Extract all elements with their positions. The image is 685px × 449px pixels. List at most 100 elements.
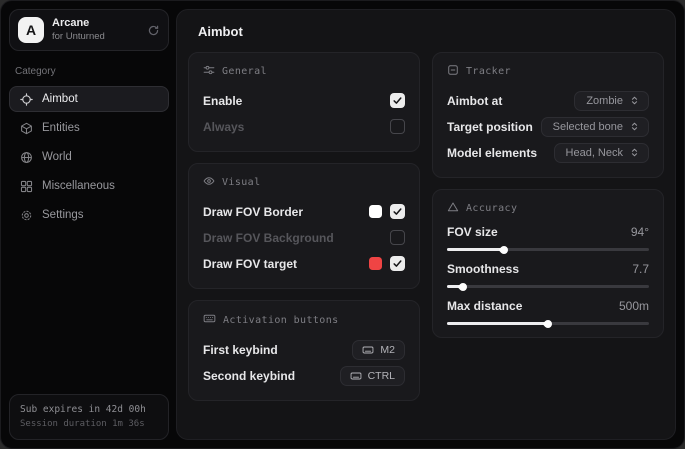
setting-row-max-distance: Max distance 500m (447, 299, 649, 325)
setting-label: First keybind (203, 343, 278, 357)
setting-label: FOV size (447, 225, 498, 239)
max-distance-slider[interactable] (447, 322, 649, 325)
sidebar-item-label: Miscellaneous (42, 180, 115, 192)
section-accuracy: Accuracy FOV size 94° Smoothness (432, 189, 664, 338)
setting-row-fov-border: Draw FOV Border (203, 199, 405, 224)
gear-icon (20, 209, 33, 222)
sidebar: A Arcane for Unturned Category Aimbot (9, 9, 169, 440)
sub-expiry-text: Sub expires in 42d 00h (20, 403, 158, 417)
app-meta: Arcane for Unturned (52, 17, 139, 43)
unfold-icon (629, 95, 640, 106)
scan-frame-icon (447, 64, 459, 79)
fov-target-checkbox[interactable] (390, 256, 405, 271)
setting-row-enable: Enable (203, 88, 405, 113)
setting-row-first-keybind: First keybind M2 (203, 337, 405, 362)
second-keybind-button[interactable]: CTRL (340, 366, 405, 386)
content-columns: General Enable Always (188, 52, 664, 401)
setting-label: Smoothness (447, 262, 519, 276)
slider-fill (447, 248, 504, 251)
cube-icon (20, 122, 33, 135)
keyboard-icon (350, 370, 362, 382)
section-title: Activation buttons (223, 315, 339, 326)
slider-fill (447, 322, 548, 325)
section-general-header: General (203, 64, 405, 79)
setting-label: Always (203, 120, 244, 134)
app-name: Arcane (52, 17, 139, 31)
dropdown-value: Head, Neck (566, 147, 623, 159)
keyboard-icon (203, 312, 216, 328)
sidebar-item-miscellaneous[interactable]: Miscellaneous (9, 173, 169, 199)
model-elements-dropdown[interactable]: Head, Neck (554, 143, 649, 163)
sidebar-item-aimbot[interactable]: Aimbot (9, 86, 169, 112)
setting-row-fov-size: FOV size 94° (447, 225, 649, 251)
setting-row-fov-background: Draw FOV Background (203, 225, 405, 250)
section-title: Accuracy (466, 203, 517, 214)
section-accuracy-header: Accuracy (447, 201, 649, 216)
sidebar-item-entities[interactable]: Entities (9, 115, 169, 141)
section-activation: Activation buttons First keybind M2 Seco… (188, 300, 420, 401)
sidebar-item-label: Entities (42, 122, 80, 134)
setting-label: Draw FOV Border (203, 205, 303, 219)
keyboard-icon (362, 344, 374, 356)
always-checkbox[interactable] (390, 119, 405, 134)
setting-row-second-keybind: Second keybind CTRL (203, 363, 405, 388)
enable-checkbox[interactable] (390, 93, 405, 108)
dropdown-value: Zombie (586, 95, 623, 107)
unfold-icon (629, 121, 640, 132)
subscription-info: Sub expires in 42d 00h Session duration … (9, 394, 169, 440)
fov-background-checkbox[interactable] (390, 230, 405, 245)
slider-value: 7.7 (632, 262, 649, 276)
setting-label: Draw FOV Background (203, 231, 334, 245)
setting-label: Draw FOV target (203, 257, 297, 271)
sidebar-item-world[interactable]: World (9, 144, 169, 170)
section-activation-header: Activation buttons (203, 312, 405, 328)
app-header: A Arcane for Unturned (9, 9, 169, 51)
setting-row-model-elements: Model elements Head, Neck (447, 140, 649, 165)
slider-value: 94° (631, 225, 649, 239)
session-duration-text: Session duration 1m 36s (20, 418, 158, 432)
first-keybind-button[interactable]: M2 (352, 340, 405, 360)
check-icon (392, 258, 403, 269)
sidebar-item-label: Settings (42, 209, 84, 221)
sliders-icon (203, 64, 215, 79)
target-position-dropdown[interactable]: Selected bone (541, 117, 649, 137)
aimbot-at-dropdown[interactable]: Zombie (574, 91, 649, 111)
fov-size-slider[interactable] (447, 248, 649, 251)
sidebar-nav: Aimbot Entities World Miscellaneous (9, 86, 169, 228)
section-visual: Visual Draw FOV Border Draw FOV Backgrou… (188, 163, 420, 289)
refresh-icon[interactable] (147, 24, 160, 37)
app-subtitle: for Unturned (52, 31, 139, 43)
section-tracker-header: Tracker (447, 64, 649, 79)
fov-border-checkbox[interactable] (390, 204, 405, 219)
smoothness-slider[interactable] (447, 285, 649, 288)
section-title: Tracker (466, 66, 511, 77)
slider-value: 500m (619, 299, 649, 313)
setting-label: Second keybind (203, 369, 295, 383)
section-visual-header: Visual (203, 175, 405, 190)
setting-label: Target position (447, 120, 533, 134)
setting-label: Max distance (447, 299, 522, 313)
unfold-icon (629, 147, 640, 158)
page-title: Aimbot (198, 24, 664, 39)
fov-target-color-swatch[interactable] (369, 257, 382, 270)
app-window: A Arcane for Unturned Category Aimbot (0, 0, 685, 449)
right-column: Tracker Aimbot at Zombie Target position… (432, 52, 664, 338)
sidebar-item-settings[interactable]: Settings (9, 202, 169, 228)
category-label: Category (15, 66, 163, 77)
setting-label: Enable (203, 94, 242, 108)
sidebar-item-label: Aimbot (42, 93, 78, 105)
section-title: General (222, 66, 267, 77)
setting-row-smoothness: Smoothness 7.7 (447, 262, 649, 288)
fov-border-color-swatch[interactable] (369, 205, 382, 218)
app-logo: A (18, 17, 44, 43)
left-column: General Enable Always (188, 52, 420, 401)
check-icon (392, 206, 403, 217)
keybind-value: CTRL (368, 370, 395, 382)
check-icon (392, 95, 403, 106)
sidebar-item-label: World (42, 151, 72, 163)
setting-row-always: Always (203, 114, 405, 139)
eye-icon (203, 175, 215, 190)
crosshair-icon (20, 93, 33, 106)
dropdown-value: Selected bone (553, 121, 623, 133)
section-tracker: Tracker Aimbot at Zombie Target position… (432, 52, 664, 178)
